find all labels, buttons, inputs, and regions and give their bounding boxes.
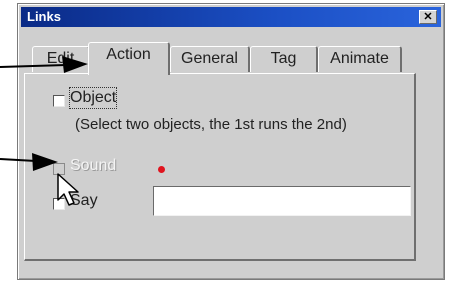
tab-general[interactable]: General [170,46,250,72]
close-icon: ✕ [423,11,433,23]
title-bar[interactable]: Links ✕ [21,7,441,27]
mouse-pointer-icon [57,173,79,206]
tab-label: Animate [330,50,389,67]
tab-label: General [181,50,238,67]
sound-indicator-icon [158,166,165,173]
tab-label: Action [106,46,151,63]
object-hint: (Select two objects, the 1st runs the 2n… [75,116,347,133]
tab-action[interactable]: Action [88,42,170,75]
callout-arrow-icon [0,56,88,73]
tab-tag[interactable]: Tag [250,46,318,72]
object-label[interactable]: Object [68,87,118,109]
callout-arrow-icon [0,153,58,171]
tab-label: Tag [270,50,297,67]
close-button[interactable]: ✕ [419,10,437,24]
say-text-field[interactable] [153,186,411,216]
tab-animate[interactable]: Animate [318,46,402,72]
object-checkbox[interactable] [53,95,65,107]
window-title: Links [27,9,61,24]
